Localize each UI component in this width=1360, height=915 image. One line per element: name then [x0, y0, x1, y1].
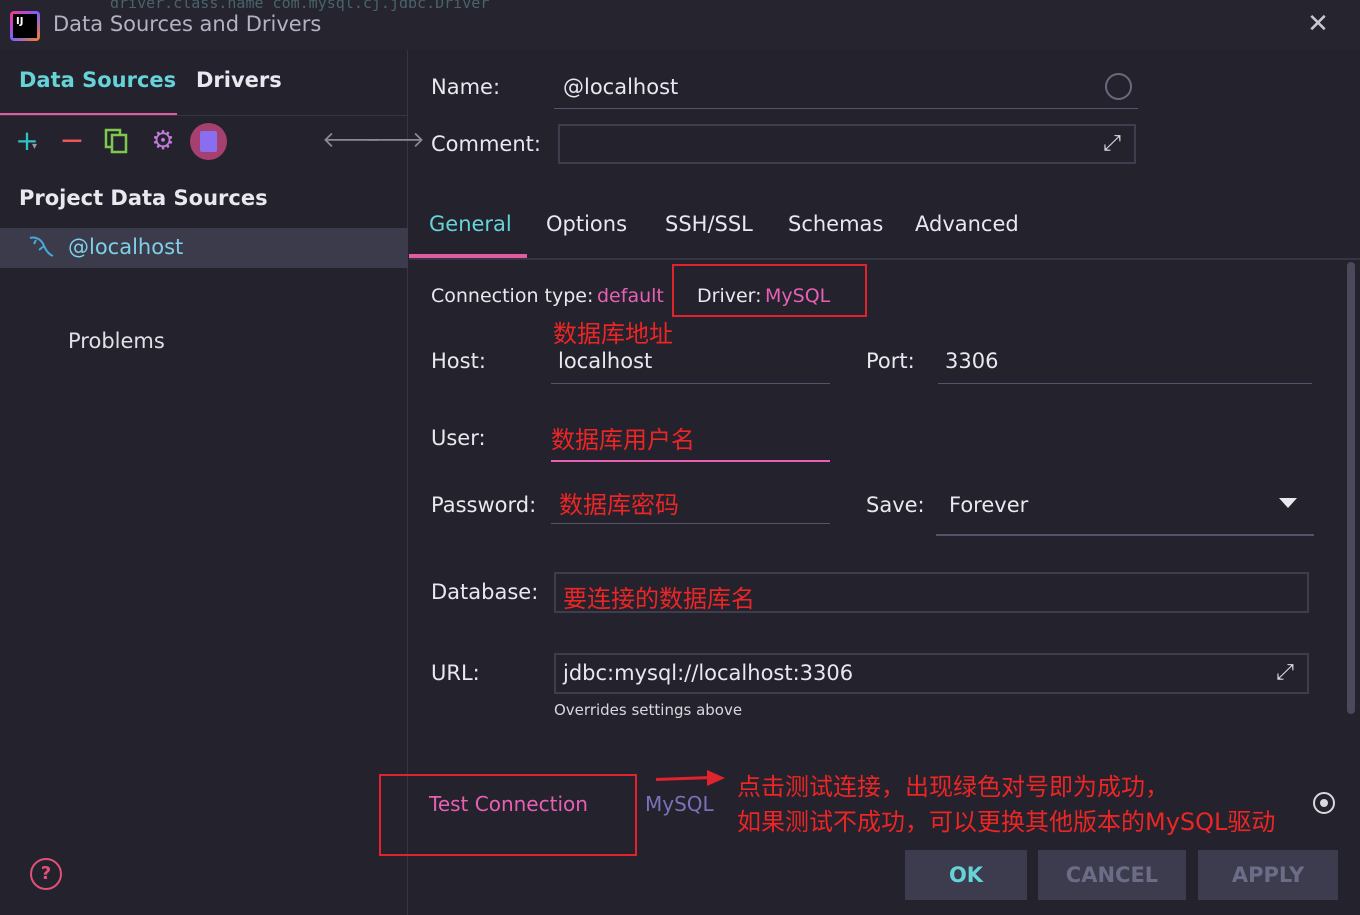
tab-advanced[interactable]: Advanced: [915, 212, 1019, 236]
name-input[interactable]: @localhost: [563, 75, 678, 99]
data-source-item[interactable]: [0, 228, 408, 268]
duplicate-icon[interactable]: [101, 126, 131, 156]
password-label: Password:: [431, 493, 537, 517]
color-status-icon[interactable]: [1105, 73, 1132, 100]
save-dropdown[interactable]: Forever: [949, 493, 1028, 517]
url-label: URL:: [431, 661, 480, 685]
tab-drivers[interactable]: Drivers: [196, 58, 282, 92]
tab-options[interactable]: Options: [546, 212, 627, 236]
tab-general[interactable]: General: [429, 212, 512, 236]
window-title: Data Sources and Drivers: [53, 12, 322, 36]
ok-button[interactable]: OK: [905, 850, 1027, 900]
driver-annotation-box: [672, 264, 867, 317]
host-annotation: 数据库地址: [553, 320, 673, 348]
add-icon[interactable]: + ▾: [12, 126, 42, 156]
user-annotation: 数据库用户名: [551, 426, 695, 454]
data-source-label: @localhost: [68, 235, 184, 259]
comment-input[interactable]: [558, 124, 1136, 164]
tab-data-sources[interactable]: Data Sources: [0, 58, 177, 116]
back-arrow-icon[interactable]: 🡐: [322, 126, 381, 156]
left-panel: [0, 50, 408, 915]
name-underline: [554, 108, 1138, 109]
tab-schemas[interactable]: Schemas: [788, 212, 883, 236]
password-underline: [551, 523, 830, 524]
divider: [0, 115, 408, 116]
url-value: jdbc:mysql://localhost:3306: [563, 661, 854, 685]
expand-icon[interactable]: ⤢: [1272, 660, 1298, 686]
background-editor-text: driver.class.name com.mysql.cj.jdbc.Driv…: [110, 0, 490, 12]
tab-ssh-ssl[interactable]: SSH/SSL: [665, 212, 753, 236]
cancel-button[interactable]: CANCEL: [1038, 850, 1186, 900]
active-tab-indicator: [409, 254, 527, 258]
mysql-dolphin-icon: [26, 232, 56, 262]
forward-arrow-icon[interactable]: 🡒: [366, 126, 425, 156]
url-note: Overrides settings above: [554, 701, 743, 719]
tabs-divider: [409, 258, 1360, 260]
password-annotation: 数据库密码: [559, 491, 679, 519]
close-icon[interactable]: ✕: [1302, 8, 1334, 40]
annotation-arrow: [655, 776, 712, 781]
remove-icon[interactable]: −: [57, 126, 87, 156]
annotation-arrow-head: [707, 770, 725, 786]
project-data-sources-heading: Project Data Sources: [19, 186, 268, 210]
test-connection-link[interactable]: Test Connection: [429, 792, 588, 816]
user-label: User:: [431, 426, 486, 450]
save-underline: [936, 534, 1314, 536]
user-underline: [551, 460, 830, 462]
expand-icon[interactable]: ⤢: [1099, 131, 1125, 157]
host-label: Host:: [431, 349, 486, 373]
app-logo-text: IJ: [13, 14, 37, 38]
port-label: Port:: [866, 349, 915, 373]
port-underline: [938, 383, 1312, 384]
host-input[interactable]: localhost: [558, 349, 652, 373]
database-label: Database:: [431, 580, 539, 604]
port-input[interactable]: 3306: [945, 349, 998, 373]
driver-link-footer[interactable]: MySQL: [645, 792, 714, 816]
ddl-mapping-icon[interactable]: [190, 123, 227, 160]
test-annotation-line1: 点击测试连接，出现绿色对号即为成功，: [737, 773, 1169, 801]
database-annotation: 要连接的数据库名: [563, 585, 755, 613]
problems-item[interactable]: Problems: [68, 329, 165, 353]
connection-type-label: Connection type:: [431, 285, 594, 307]
settings-icon[interactable]: ⚙: [148, 126, 178, 156]
comment-label: Comment:: [431, 132, 541, 156]
scrollbar[interactable]: [1347, 262, 1355, 714]
name-label: Name:: [431, 75, 501, 99]
target-icon[interactable]: [1313, 792, 1335, 814]
test-annotation-line2: 如果测试不成功，可以更换其他版本的MySQL驱动: [737, 808, 1276, 836]
connection-type-link[interactable]: default: [597, 285, 664, 307]
chevron-down-icon[interactable]: [1279, 498, 1297, 508]
apply-button[interactable]: APPLY: [1198, 850, 1338, 900]
app-logo-icon: IJ: [10, 11, 40, 41]
host-underline: [551, 383, 830, 384]
save-label: Save:: [866, 493, 925, 517]
help-icon[interactable]: ?: [30, 858, 62, 890]
